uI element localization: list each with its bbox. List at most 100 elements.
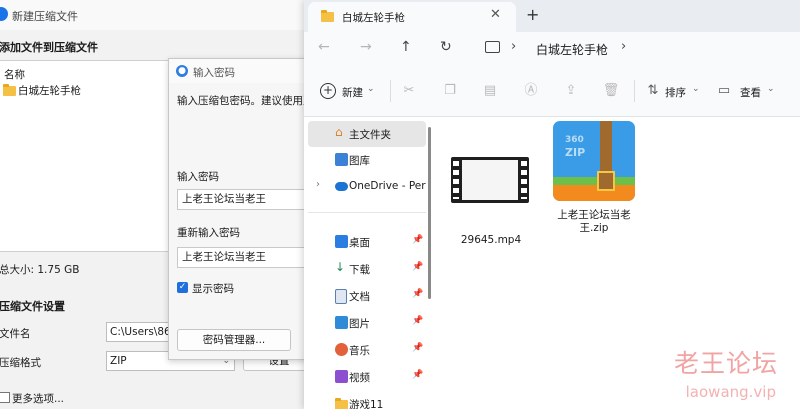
gallery-icon: [335, 153, 348, 166]
download-icon: ↓: [335, 260, 346, 274]
navigation-pane: ⌂ 主文件夹 图库 › OneDrive - Per 桌面 📌 ↓ 下载 📌 文…: [304, 117, 430, 409]
pin-icon[interactable]: 📌: [412, 289, 423, 299]
pin-icon[interactable]: 📌: [412, 343, 423, 353]
breadcrumb-chevron-icon[interactable]: ›: [511, 39, 516, 54]
title-bar: 新建压缩文件: [0, 0, 306, 30]
video-icon: [335, 370, 348, 383]
tab-title: 白城左轮手枪: [342, 12, 405, 24]
password-input[interactable]: 上老王论坛当老王: [177, 189, 307, 210]
reenter-password-input[interactable]: 上老王论坛当老王: [177, 247, 307, 268]
chevron-down-icon[interactable]: ⌄: [692, 84, 700, 94]
total-size: 总大小: 1.75 GB: [0, 264, 80, 276]
nav-item-label: 图片: [349, 318, 370, 330]
nav-item-pinned[interactable]: 音乐 📌: [308, 337, 426, 363]
show-password-checkbox[interactable]: ✓: [177, 282, 188, 293]
dialog-instruction: 输入压缩包密码。建议使用至: [177, 95, 308, 107]
film-icon: [451, 157, 529, 203]
zip-archive-icon: 360 ZIP: [553, 121, 635, 201]
back-arrow-icon[interactable]: ←: [318, 39, 330, 55]
more-options-label[interactable]: 更多选项...: [12, 391, 64, 406]
chevron-down-icon[interactable]: ⌄: [767, 84, 775, 94]
nav-item-label: 视频: [349, 372, 370, 384]
pin-icon[interactable]: 📌: [412, 316, 423, 326]
archive-settings-heading: 压缩文件设置: [0, 300, 65, 313]
close-tab-icon[interactable]: ✕: [490, 7, 501, 22]
dialog-title-bar: ● 输入密码: [169, 59, 307, 83]
password-dialog: ● 输入密码 输入压缩包密码。建议使用至 输入密码 上老王论坛当老王 重新输入密…: [168, 58, 308, 360]
nav-item-home[interactable]: ⌂ 主文件夹: [308, 121, 426, 147]
show-password-label[interactable]: 显示密码: [192, 281, 234, 296]
nav-item-label: 音乐: [349, 345, 370, 357]
new-tab-button[interactable]: +: [526, 5, 539, 24]
file-item-video[interactable]: 29645.mp4: [441, 147, 541, 247]
command-bar: + 新建 ⌄ ✂ ❐ ▤ Ⓐ ⇪ 🗑 ⇅ 排序 ⌄ ▭ 查看 ⌄: [304, 66, 800, 117]
cloud-icon: [335, 182, 348, 191]
zip-label: ZIP: [565, 146, 586, 159]
list-item[interactable]: 白城左轮手枪: [0, 81, 170, 99]
password-manager-label: 密码管理器...: [202, 334, 266, 346]
nav-item-label: 游戏11: [349, 399, 384, 409]
chevron-down-icon[interactable]: ⌄: [367, 84, 375, 94]
zip-buckle: [597, 171, 615, 191]
nav-item-pinned[interactable]: 桌面 📌: [308, 229, 426, 255]
watermark-text: 老王论坛: [673, 349, 778, 378]
music-icon: [335, 343, 348, 356]
breadcrumb-item[interactable]: 白城左轮手枪: [536, 41, 608, 58]
nav-item-label: 文档: [349, 291, 370, 303]
expand-chevron-icon[interactable]: ›: [316, 179, 320, 190]
film-holes: [453, 161, 459, 199]
nav-item-pinned[interactable]: 视频 📌: [308, 364, 426, 390]
divider: [634, 80, 635, 102]
sort-icon[interactable]: ⇅: [644, 82, 662, 100]
folder-icon: [321, 10, 334, 22]
nav-item-label: 下载: [349, 264, 370, 276]
format-value: ZIP: [110, 355, 127, 367]
nav-item-pinned[interactable]: 文档 📌: [308, 283, 426, 309]
folder-icon: [335, 398, 348, 409]
file-list[interactable]: 名称 白城左轮手枪: [0, 60, 171, 252]
pin-icon[interactable]: 📌: [412, 235, 423, 245]
zip-band-orange: [553, 185, 635, 201]
zip-band-green: [553, 177, 635, 185]
password-manager-button[interactable]: 密码管理器...: [177, 329, 291, 351]
more-options-checkbox[interactable]: [0, 392, 10, 403]
new-button[interactable]: 新建: [342, 85, 363, 100]
nav-item-gallery[interactable]: 图库: [308, 147, 426, 173]
folder-icon: [3, 84, 16, 96]
nav-item-onedrive[interactable]: › OneDrive - Per: [308, 174, 426, 200]
nav-item-pinned[interactable]: 游戏11: [308, 391, 426, 409]
file-name: 29645.mp4: [460, 234, 522, 246]
new-icon[interactable]: +: [320, 83, 336, 99]
breadcrumb-chevron-icon[interactable]: ›: [621, 39, 626, 54]
view-button[interactable]: 查看: [740, 85, 761, 100]
dialog-title: 输入密码: [193, 67, 235, 79]
nav-item-pinned[interactable]: ↓ 下载 📌: [308, 256, 426, 282]
file-name-line2: 王.zip: [579, 222, 609, 234]
format-label: 压缩格式: [0, 357, 41, 369]
list-item-label: 白城左轮手枪: [18, 85, 81, 97]
film-frame: [462, 160, 518, 200]
paste-icon[interactable]: ▤: [481, 82, 499, 100]
rename-icon[interactable]: Ⓐ: [522, 82, 540, 100]
dialog-app-icon: ●: [176, 65, 188, 77]
list-header-name[interactable]: 名称: [4, 67, 25, 82]
cut-icon[interactable]: ✂: [400, 82, 418, 100]
pin-icon[interactable]: 📌: [412, 370, 423, 380]
refresh-icon[interactable]: ↻: [440, 39, 452, 55]
pin-icon[interactable]: 📌: [412, 262, 423, 272]
delete-icon[interactable]: 🗑: [602, 82, 620, 100]
divider: [308, 212, 426, 213]
share-icon[interactable]: ⇪: [562, 82, 580, 100]
sort-button[interactable]: 排序: [665, 85, 686, 100]
nav-item-label: 桌面: [349, 237, 370, 249]
copy-icon[interactable]: ❐: [441, 82, 459, 100]
file-item-zip[interactable]: 360 ZIP 上老王论坛当老 王.zip: [541, 121, 651, 241]
watermark-url: laowang.vip: [685, 383, 776, 401]
navigation-bar: ← → ↑ ↻ › 白城左轮手枪 ›: [304, 32, 800, 66]
view-icon[interactable]: ▭: [715, 82, 733, 100]
up-arrow-icon[interactable]: ↑: [400, 39, 412, 55]
computer-icon[interactable]: [485, 41, 500, 53]
tab-active[interactable]: 白城左轮手枪 ✕: [308, 2, 516, 32]
forward-arrow-icon[interactable]: →: [360, 39, 372, 55]
nav-item-pinned[interactable]: 图片 📌: [308, 310, 426, 336]
